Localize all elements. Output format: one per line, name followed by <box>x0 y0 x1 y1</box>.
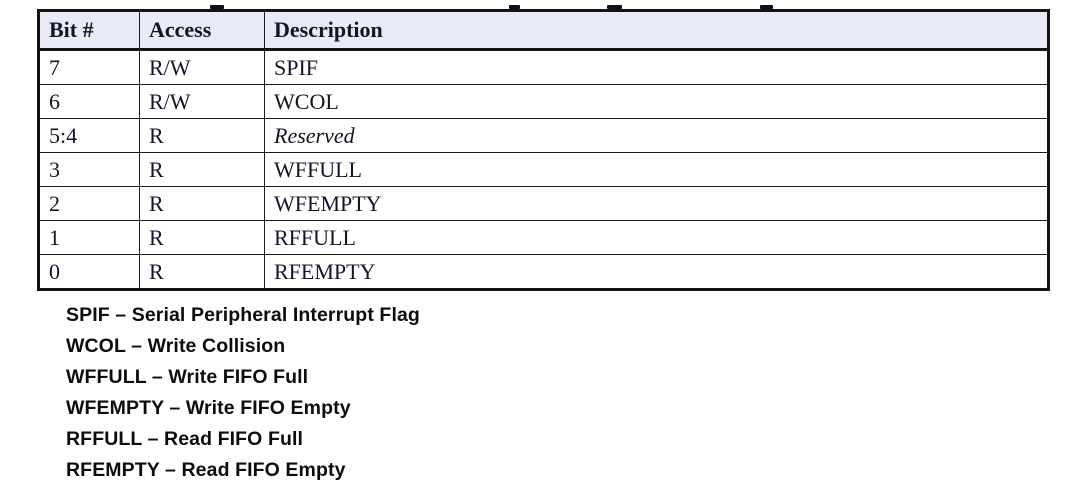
column-header-bit: Bit # <box>38 10 140 51</box>
legend-item-rffull: RFFULL – Read FIFO Full <box>66 428 304 450</box>
table-row: 0 R RFEMPTY <box>38 254 1049 290</box>
table-row: 1 R RFFULL <box>38 220 1049 255</box>
cell-access: R/W <box>139 84 265 119</box>
cell-access: R <box>139 254 265 290</box>
cell-bit: 1 <box>38 220 140 255</box>
legend-item-wcol: WCOL – Write Collision <box>66 335 286 357</box>
cell-bit: 2 <box>38 186 140 221</box>
register-bit-table: Bit # Access Description 7 R/W SPIF 6 R/… <box>37 9 1050 291</box>
table-body: 7 R/W SPIF 6 R/W WCOL 5:4 R Reserved 3 R… <box>38 49 1049 290</box>
cell-bit: 7 <box>38 49 140 85</box>
legend-item-rfempty: RFEMPTY – Read FIFO Empty <box>66 459 346 481</box>
cell-description: RFEMPTY <box>264 254 1049 290</box>
cell-bit: 5:4 <box>38 118 140 153</box>
cell-bit: 6 <box>38 84 140 119</box>
cell-bit: 3 <box>38 152 140 187</box>
table-row: 3 R WFFULL <box>38 152 1049 187</box>
cell-access: R <box>139 186 265 221</box>
cropped-text-artifacts <box>0 0 1081 9</box>
cell-access: R <box>139 220 265 255</box>
legend-item-wffull: WFFULL – Write FIFO Full <box>66 366 309 388</box>
cell-access: R <box>139 118 265 153</box>
column-header-access: Access <box>139 10 265 51</box>
cell-description: WCOL <box>264 84 1049 119</box>
cell-description: Reserved <box>264 118 1049 153</box>
table-row: 5:4 R Reserved <box>38 118 1049 153</box>
cell-bit: 0 <box>38 254 140 290</box>
cell-description: RFFULL <box>264 220 1049 255</box>
table-row: 7 R/W SPIF <box>38 49 1049 85</box>
column-header-description: Description <box>264 10 1049 51</box>
table-row: 2 R WFEMPTY <box>38 186 1049 221</box>
legend-item-wfempty: WFEMPTY – Write FIFO Empty <box>66 397 351 419</box>
cell-description: WFFULL <box>264 152 1049 187</box>
cell-access: R/W <box>139 49 265 85</box>
cell-description: SPIF <box>264 49 1049 85</box>
cell-description: WFEMPTY <box>264 186 1049 221</box>
bit-field-table: Bit # Access Description 7 R/W SPIF 6 R/… <box>37 9 1050 291</box>
table-header-row: Bit # Access Description <box>38 10 1049 51</box>
abbreviation-legend: SPIF – Serial Peripheral Interrupt Flag … <box>66 300 966 486</box>
table-row: 6 R/W WCOL <box>38 84 1049 119</box>
legend-item-spif: SPIF – Serial Peripheral Interrupt Flag <box>66 304 420 326</box>
cell-access: R <box>139 152 265 187</box>
